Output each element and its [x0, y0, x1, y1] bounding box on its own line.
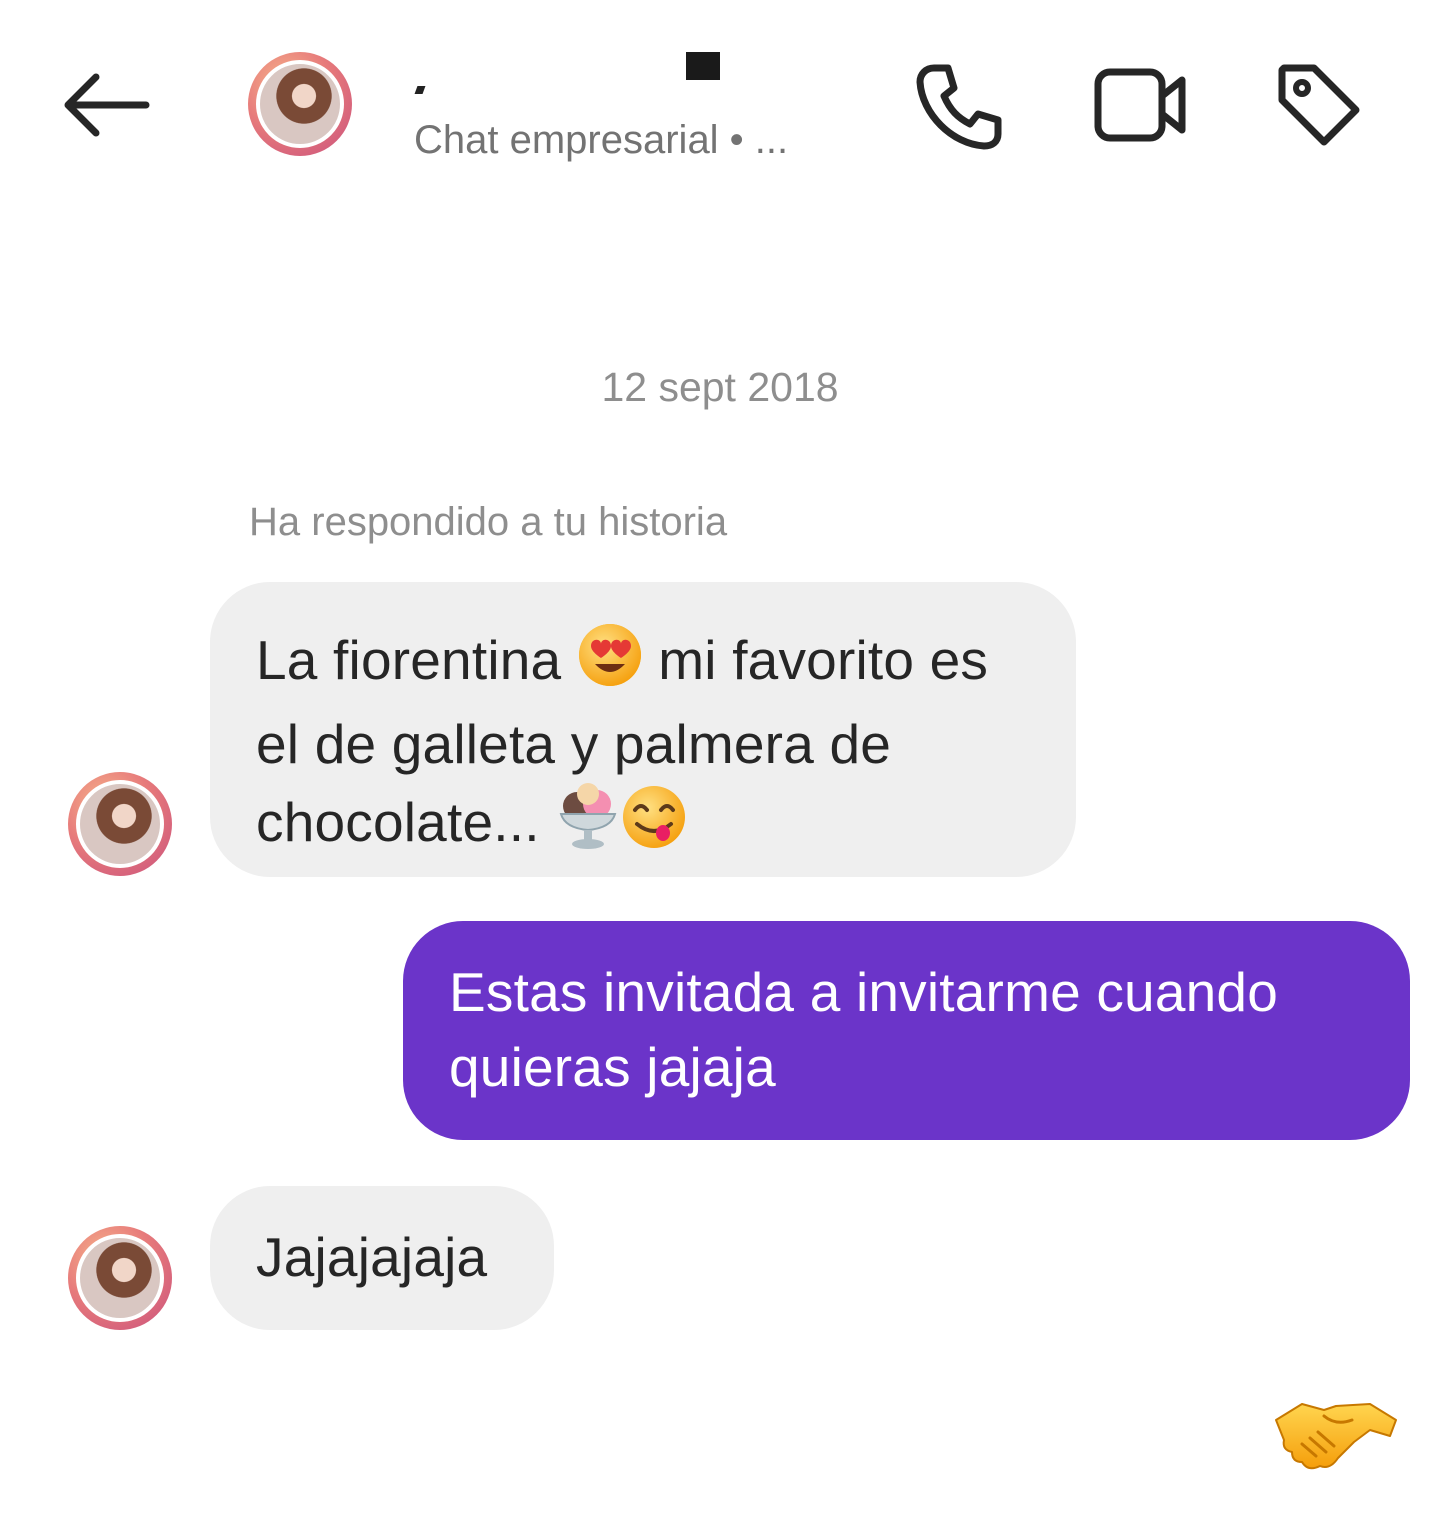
story-reply-note: Ha respondido a tu historia	[249, 500, 728, 544]
yum-face-emoji	[621, 784, 687, 869]
sender-avatar[interactable]	[68, 1226, 172, 1330]
message-text: La fiorentina	[256, 629, 577, 692]
avatar-photo	[76, 1234, 164, 1322]
redaction-mark	[686, 52, 720, 80]
tag-icon	[1278, 64, 1360, 146]
message-bubble-incoming[interactable]: La fiorentina mi favorito es el de galle…	[210, 582, 1076, 877]
message-bubble-incoming[interactable]: Jajajajaja	[210, 1186, 554, 1330]
redaction-mark	[414, 86, 426, 94]
message-line: Estas invitada a invitarme cuando	[449, 961, 1278, 1023]
video-camera-icon	[1094, 68, 1186, 142]
ice-cream-emoji	[555, 782, 621, 871]
header-avatar[interactable]	[248, 52, 352, 156]
arrow-left-icon	[64, 73, 150, 137]
phone-icon	[916, 64, 1002, 150]
header-subtitle[interactable]: Chat empresarial • ...	[414, 118, 788, 163]
message-text: Jajajajaja	[256, 1226, 488, 1288]
video-call-button[interactable]	[1092, 64, 1190, 146]
handshake-emoji[interactable]	[1272, 1396, 1400, 1480]
call-button[interactable]	[912, 62, 1004, 152]
message-line: quieras jajaja	[449, 1036, 776, 1098]
sender-avatar[interactable]	[68, 772, 172, 876]
back-button[interactable]	[60, 70, 152, 140]
avatar-photo	[76, 780, 164, 868]
heart-eyes-emoji	[577, 622, 643, 707]
avatar-photo	[256, 60, 344, 148]
message-bubble-outgoing[interactable]: Estas invitada a invitarme cuando quiera…	[403, 921, 1410, 1140]
date-separator: 12 sept 2018	[601, 364, 839, 410]
label-button[interactable]	[1274, 60, 1364, 150]
